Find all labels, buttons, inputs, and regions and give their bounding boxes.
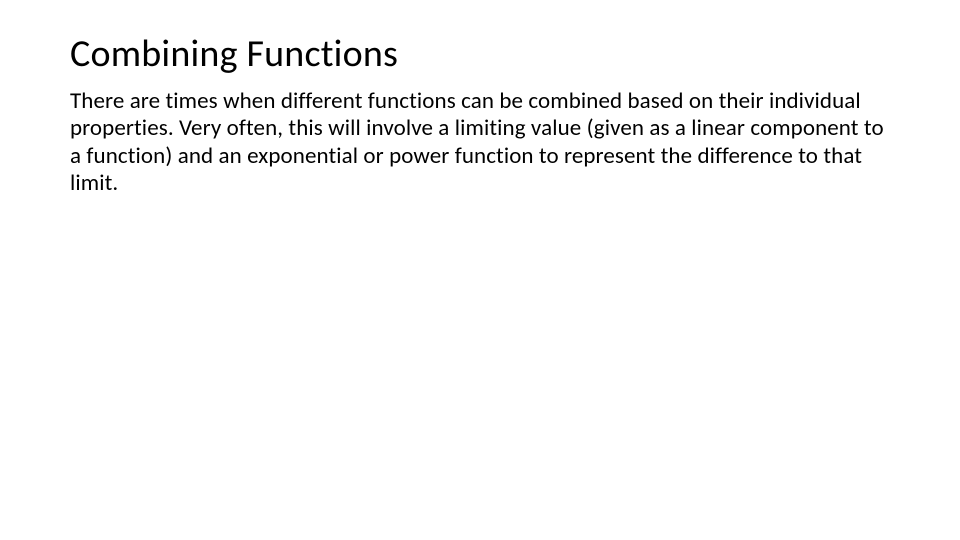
slide-title: Combining Functions — [70, 32, 890, 78]
slide-body-text: There are times when different functions… — [70, 88, 890, 198]
